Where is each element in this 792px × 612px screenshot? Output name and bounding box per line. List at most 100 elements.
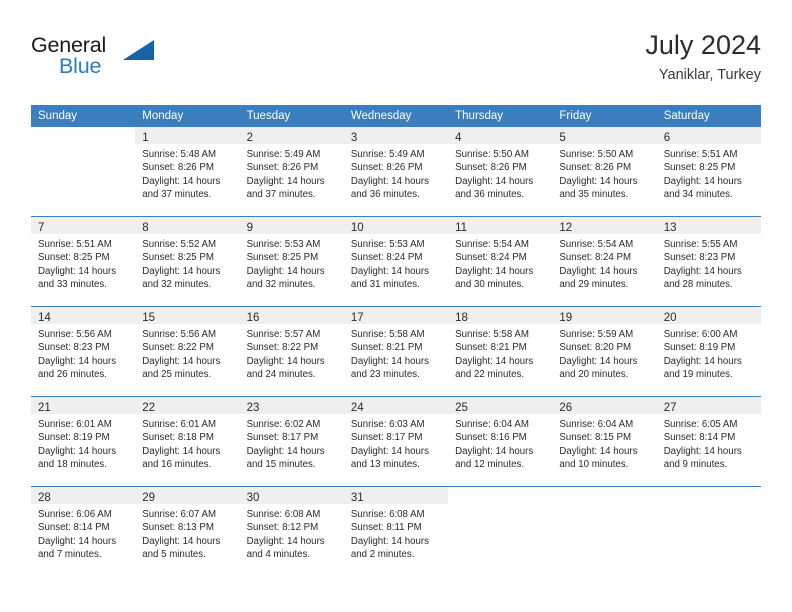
sunrise-text: Sunrise: 5:54 AM	[559, 239, 634, 250]
calendar-header-row: Sunday Monday Tuesday Wednesday Thursday Frid…	[31, 105, 761, 127]
daylight-text-line2: and 20 minutes.	[559, 369, 629, 381]
sunrise-text: Sunrise: 5:58 AM	[350, 329, 425, 340]
day-cell-content: 1 Sunrise: 5:48 AM Sunset: 8:26 PM Daylight…	[135, 127, 240, 216]
daylight-text-line2: and 29 minutes.	[559, 279, 629, 291]
calendar-day-cell[interactable]: 6 Sunrise: 5:51 AM Sunset: 8:25 PM Daylight…	[656, 127, 761, 217]
sunrise-text: Sunrise: 5:53 AM	[246, 239, 321, 250]
daylight-text-line2: and 32 minutes.	[142, 279, 212, 291]
daylight-text-line1: Daylight: 14 hours	[142, 355, 221, 367]
day-cell-content: 7 Sunrise: 5:51 AM Sunset: 8:25 PM Daylight…	[31, 217, 136, 306]
day-cell-content: 11 Sunrise: 5:54 AM Sunset: 8:24 PM Dayligh…	[448, 217, 553, 306]
day-number-band: 20	[656, 307, 761, 324]
day-details: Sunrise: 6:00 AM Sunset: 8:19 PM Daylight:…	[657, 324, 761, 382]
day-cell-content: 3 Sunrise: 5:49 AM Sunset: 8:26 PM Daylight…	[343, 127, 449, 216]
daylight-text-line1: Daylight: 14 hours	[455, 175, 534, 187]
daylight-text-line1: Daylight: 14 hours	[350, 175, 429, 187]
calendar-day-cell[interactable]: 21 Sunrise: 6:01 AM Sunset: 8:19 PM Dayligh…	[31, 396, 136, 487]
sunrise-text: Sunrise: 6:01 AM	[142, 419, 217, 430]
sunset-text: Sunset: 8:23 PM	[38, 342, 110, 354]
day-cell-content: 14 Sunrise: 5:56 AM Sunset: 8:23 PM Dayligh…	[31, 307, 136, 396]
calendar-day-cell[interactable]: 20 Sunrise: 6:00 AM Sunset: 8:19 PM Dayligh…	[656, 306, 761, 397]
day-number-band: 29	[135, 487, 240, 504]
day-number: 28	[38, 492, 51, 504]
sunset-text: Sunset: 8:21 PM	[455, 342, 527, 354]
day-details: Sunrise: 5:54 AM Sunset: 8:24 PM Daylight:…	[448, 234, 552, 292]
day-cell-content: 22 Sunrise: 6:01 AM Sunset: 8:18 PM Dayligh…	[135, 397, 240, 486]
sunrise-text: Sunrise: 6:01 AM	[38, 419, 112, 430]
calendar-day-cell[interactable]: 27 Sunrise: 6:05 AM Sunset: 8:14 PM Dayligh…	[656, 396, 761, 487]
calendar-day-cell[interactable]: 12 Sunrise: 5:54 AM Sunset: 8:24 PM Dayligh…	[552, 216, 657, 307]
logo-text-blue: Blue	[59, 54, 102, 78]
empty-cell-content	[552, 487, 657, 576]
calendar-day-cell[interactable]: 4 Sunrise: 5:50 AM Sunset: 8:26 PM Daylight…	[448, 127, 553, 217]
day-cell-content: 13 Sunrise: 5:55 AM Sunset: 8:23 PM Dayligh…	[656, 217, 761, 306]
day-number: 24	[350, 402, 364, 414]
day-details: Sunrise: 5:54 AM Sunset: 8:24 PM Daylight:…	[552, 234, 656, 292]
calendar-day-cell[interactable]: 11 Sunrise: 5:54 AM Sunset: 8:24 PM Dayligh…	[448, 216, 553, 307]
day-details: Sunrise: 5:56 AM Sunset: 8:22 PM Daylight:…	[135, 324, 239, 382]
calendar-day-cell[interactable]: 8 Sunrise: 5:52 AM Sunset: 8:25 PM Daylight…	[135, 216, 240, 307]
calendar-day-cell[interactable]: 15 Sunrise: 5:56 AM Sunset: 8:22 PM Dayligh…	[135, 306, 240, 397]
day-number: 22	[142, 402, 156, 414]
sunset-text: Sunset: 8:20 PM	[559, 342, 632, 354]
calendar-day-cell[interactable]: 7 Sunrise: 5:51 AM Sunset: 8:25 PM Daylight…	[31, 216, 136, 307]
daylight-text-line2: and 24 minutes.	[246, 369, 316, 381]
empty-cell-content	[656, 487, 761, 576]
calendar-week-row: 7 Sunrise: 5:51 AM Sunset: 8:25 PM Daylight…	[31, 216, 761, 307]
sunset-text: Sunset: 8:21 PM	[350, 342, 423, 354]
daylight-text-line1: Daylight: 14 hours	[142, 445, 221, 457]
calendar-day-cell[interactable]: 9 Sunrise: 5:53 AM Sunset: 8:25 PM Daylight…	[239, 216, 344, 307]
calendar-day-cell[interactable]: 28 Sunrise: 6:06 AM Sunset: 8:14 PM Dayligh…	[31, 486, 136, 576]
calendar-day-cell[interactable]: 25 Sunrise: 6:04 AM Sunset: 8:16 PM Dayligh…	[448, 396, 553, 487]
day-details: Sunrise: 5:53 AM Sunset: 8:25 PM Daylight:…	[240, 234, 344, 292]
day-number-band: 31	[343, 487, 449, 504]
daylight-text-line1: Daylight: 14 hours	[455, 445, 534, 457]
day-cell-content: 5 Sunrise: 5:50 AM Sunset: 8:26 PM Daylight…	[552, 127, 657, 216]
sunrise-text: Sunrise: 6:08 AM	[350, 509, 425, 520]
sunrise-text: Sunrise: 6:04 AM	[559, 419, 634, 430]
day-cell-content: 18 Sunrise: 5:58 AM Sunset: 8:21 PM Dayligh…	[448, 307, 553, 396]
calendar-day-cell[interactable]: 10 Sunrise: 5:53 AM Sunset: 8:24 PM Dayligh…	[343, 216, 449, 307]
calendar-day-cell[interactable]: 29 Sunrise: 6:07 AM Sunset: 8:13 PM Dayligh…	[135, 486, 240, 576]
calendar-day-cell[interactable]: 26 Sunrise: 6:04 AM Sunset: 8:15 PM Dayligh…	[552, 396, 657, 487]
calendar-day-cell-empty	[656, 486, 761, 576]
sunrise-text: Sunrise: 5:55 AM	[663, 239, 738, 250]
calendar-day-cell[interactable]: 31 Sunrise: 6:08 AM Sunset: 8:11 PM Dayligh…	[343, 486, 449, 576]
calendar-day-cell[interactable]: 3 Sunrise: 5:49 AM Sunset: 8:26 PM Daylight…	[343, 127, 449, 217]
calendar-day-cell[interactable]: 24 Sunrise: 6:03 AM Sunset: 8:17 PM Dayligh…	[343, 396, 449, 487]
day-number: 11	[455, 222, 468, 234]
sunset-text: Sunset: 8:24 PM	[455, 252, 527, 264]
sunrise-text: Sunrise: 5:56 AM	[38, 329, 112, 340]
calendar-day-cell[interactable]: 19 Sunrise: 5:59 AM Sunset: 8:20 PM Dayligh…	[552, 306, 657, 397]
calendar-day-cell[interactable]: 2 Sunrise: 5:49 AM Sunset: 8:26 PM Daylight…	[239, 127, 344, 217]
calendar-day-cell[interactable]: 22 Sunrise: 6:01 AM Sunset: 8:18 PM Dayligh…	[135, 396, 240, 487]
calendar-day-cell[interactable]: 14 Sunrise: 5:56 AM Sunset: 8:23 PM Dayligh…	[31, 306, 136, 397]
daylight-text-line2: and 32 minutes.	[246, 279, 316, 291]
daylight-text-line1: Daylight: 14 hours	[455, 355, 534, 367]
day-details: Sunrise: 5:57 AM Sunset: 8:22 PM Daylight:…	[240, 324, 344, 382]
calendar-day-cell[interactable]: 30 Sunrise: 6:08 AM Sunset: 8:12 PM Dayligh…	[239, 486, 344, 576]
day-number: 6	[663, 132, 671, 144]
sunrise-text: Sunrise: 6:04 AM	[455, 419, 529, 430]
calendar-day-cell[interactable]: 5 Sunrise: 5:50 AM Sunset: 8:26 PM Daylight…	[552, 127, 657, 217]
day-number-band: 30	[239, 487, 344, 504]
calendar-day-cell[interactable]: 17 Sunrise: 5:58 AM Sunset: 8:21 PM Dayligh…	[343, 306, 449, 397]
calendar-week-row: 14 Sunrise: 5:56 AM Sunset: 8:23 PM Dayligh…	[31, 306, 761, 397]
daylight-text-line2: and 25 minutes.	[142, 369, 212, 381]
calendar-day-cell[interactable]: 23 Sunrise: 6:02 AM Sunset: 8:17 PM Dayligh…	[239, 396, 344, 487]
calendar-day-cell[interactable]: 13 Sunrise: 5:55 AM Sunset: 8:23 PM Dayligh…	[656, 216, 761, 307]
sunset-text: Sunset: 8:14 PM	[38, 522, 110, 534]
sunset-text: Sunset: 8:17 PM	[350, 432, 423, 444]
day-details: Sunrise: 6:03 AM Sunset: 8:17 PM Daylight:…	[344, 414, 448, 472]
weekday-header-sunday: Sunday	[31, 105, 136, 127]
calendar-day-cell[interactable]: 18 Sunrise: 5:58 AM Sunset: 8:21 PM Dayligh…	[448, 306, 553, 397]
daylight-text-line1: Daylight: 14 hours	[246, 265, 325, 277]
daylight-text-line2: and 18 minutes.	[38, 459, 107, 471]
calendar-day-cell-empty	[552, 486, 657, 576]
day-details: Sunrise: 6:05 AM Sunset: 8:14 PM Daylight:…	[657, 414, 761, 472]
daylight-text-line2: and 33 minutes.	[38, 279, 107, 291]
day-number: 30	[246, 492, 260, 504]
calendar-day-cell[interactable]: 1 Sunrise: 5:48 AM Sunset: 8:26 PM Daylight…	[135, 127, 240, 217]
calendar-day-cell[interactable]: 16 Sunrise: 5:57 AM Sunset: 8:22 PM Dayligh…	[239, 306, 344, 397]
generalblue-logo[interactable]: General Blue	[31, 32, 161, 88]
